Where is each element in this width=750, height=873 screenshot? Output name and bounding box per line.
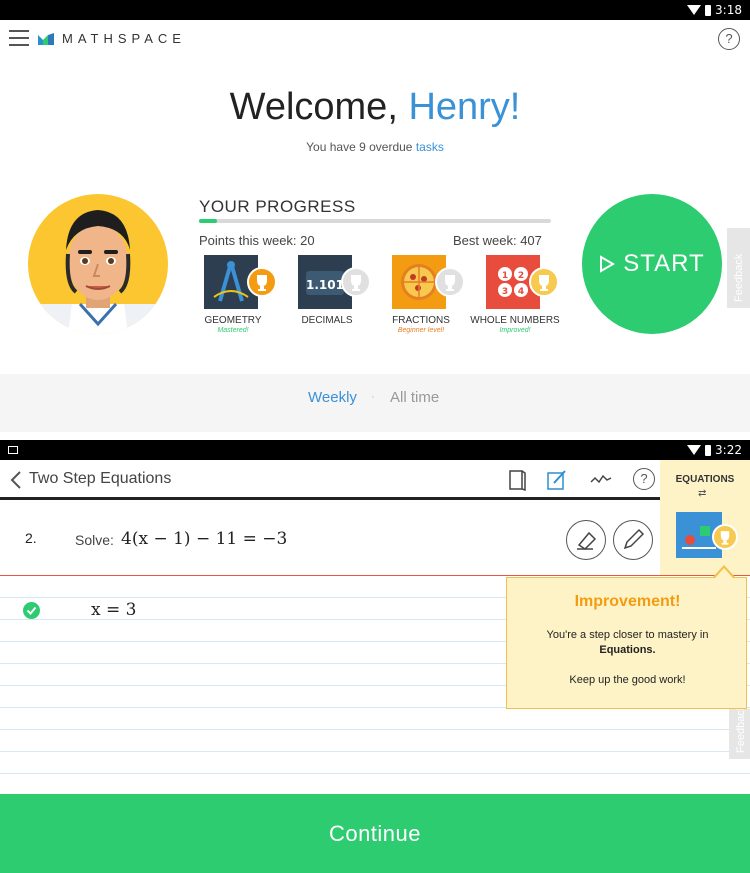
help-button[interactable]: ?: [633, 468, 655, 490]
equations-label: EQUATIONS: [675, 474, 735, 485]
progress-title: YOUR PROGRESS: [199, 197, 356, 216]
svg-text:3: 3: [502, 287, 508, 297]
equations-panel[interactable]: EQUATIONS ⇄: [660, 460, 750, 575]
progress-bar-fill: [199, 219, 217, 223]
image-notification-icon: [8, 446, 18, 454]
svg-text:2: 2: [518, 271, 524, 281]
skill-status: Mastered!: [217, 327, 249, 334]
feedback-label: Feedback: [733, 253, 745, 302]
play-icon: [600, 255, 616, 273]
status-bar-bottom: 3:22: [0, 440, 750, 460]
pencil-button[interactable]: [613, 520, 653, 560]
graph-icon[interactable]: [589, 468, 613, 492]
improvement-popup: Improvement! You're a step closer to mas…: [506, 577, 747, 709]
skill-name: DECIMALS: [301, 315, 353, 326]
app-header: MATHSPACE ?: [0, 20, 750, 58]
trophy-icon: [435, 267, 465, 297]
trophy-icon: [247, 267, 277, 297]
help-button[interactable]: ?: [718, 28, 740, 50]
status-bar-top: 3:18: [0, 0, 750, 20]
continue-button[interactable]: Continue: [0, 794, 750, 873]
points-this-week: Points this week: 20: [199, 233, 315, 248]
overdue-message: You have 9 overdue tasks: [0, 140, 750, 154]
avatar: [28, 194, 168, 334]
answer-expression: x = 3: [91, 600, 137, 620]
swap-icon: ⇄: [698, 488, 707, 499]
welcome-heading: Welcome, Henry!: [0, 86, 750, 129]
user-name: Henry!: [408, 86, 521, 128]
welcome-greeting: Welcome,: [229, 86, 409, 128]
eraser-button[interactable]: [566, 520, 606, 560]
skill-status: Improved!: [499, 327, 531, 334]
notes-icon[interactable]: [545, 468, 569, 492]
svg-text:1.101: 1.101: [306, 278, 344, 292]
trophy-icon: [712, 524, 738, 550]
popup-encouragement: Keep up the good work!: [569, 674, 686, 686]
tab-weekly[interactable]: Weekly: [308, 389, 357, 406]
back-chevron-icon[interactable]: [10, 470, 22, 490]
feedback-tab[interactable]: Feedback: [729, 709, 750, 759]
skill-name: FRACTIONS: [392, 315, 450, 326]
wifi-icon: [687, 5, 702, 15]
avatar-face-icon: [28, 210, 168, 334]
start-button[interactable]: START: [582, 194, 722, 334]
best-week: Best week: 407: [453, 233, 542, 248]
brand-name: MATHSPACE: [62, 31, 186, 46]
svg-text:4: 4: [518, 287, 524, 297]
tab-all-time[interactable]: All time: [390, 389, 439, 406]
feedback-label: Feedback: [735, 709, 747, 753]
battery-icon: [705, 444, 712, 456]
start-label: START: [623, 250, 705, 277]
leaderboard-tabs: Weekly · All time: [0, 374, 750, 432]
mathspace-logo-icon: [38, 33, 54, 45]
book-icon[interactable]: [505, 468, 529, 492]
svg-text:1: 1: [502, 271, 508, 281]
check-icon: [23, 602, 40, 619]
problem-row: 2. Solve: 4(x − 1) − 11 = −3: [0, 503, 660, 575]
feedback-tab[interactable]: Feedback: [727, 228, 750, 308]
overdue-text: You have 9 overdue: [306, 140, 416, 154]
question-number: 2.: [25, 530, 37, 546]
progress-bar: [199, 219, 551, 223]
tab-separator: ·: [371, 389, 375, 403]
eraser-icon: [577, 531, 597, 550]
solve-label: Solve:: [75, 532, 114, 548]
menu-icon[interactable]: [9, 30, 29, 46]
trophy-icon: [529, 267, 559, 297]
skill-name: GEOMETRY: [204, 315, 262, 326]
skill-status: Beginner level!: [397, 327, 445, 334]
trophy-icon: [341, 267, 371, 297]
status-time: 3:18: [715, 3, 742, 17]
lesson-header: Two Step Equations ?: [0, 460, 660, 500]
popup-title: Improvement!: [574, 593, 681, 610]
pencil-icon: [623, 528, 645, 550]
battery-icon: [705, 4, 712, 16]
tasks-link[interactable]: tasks: [416, 140, 444, 154]
popup-arrow-fill: [715, 568, 733, 578]
status-time: 3:22: [715, 443, 742, 457]
question-expression: 4(x − 1) − 11 = −3: [121, 529, 288, 549]
popup-topic: Equations.: [599, 644, 656, 656]
skill-name: WHOLE NUMBERS: [470, 315, 560, 326]
wifi-icon: [687, 445, 702, 455]
popup-message: You're a step closer to mastery in: [546, 629, 709, 641]
lesson-title: Two Step Equations: [29, 470, 172, 487]
